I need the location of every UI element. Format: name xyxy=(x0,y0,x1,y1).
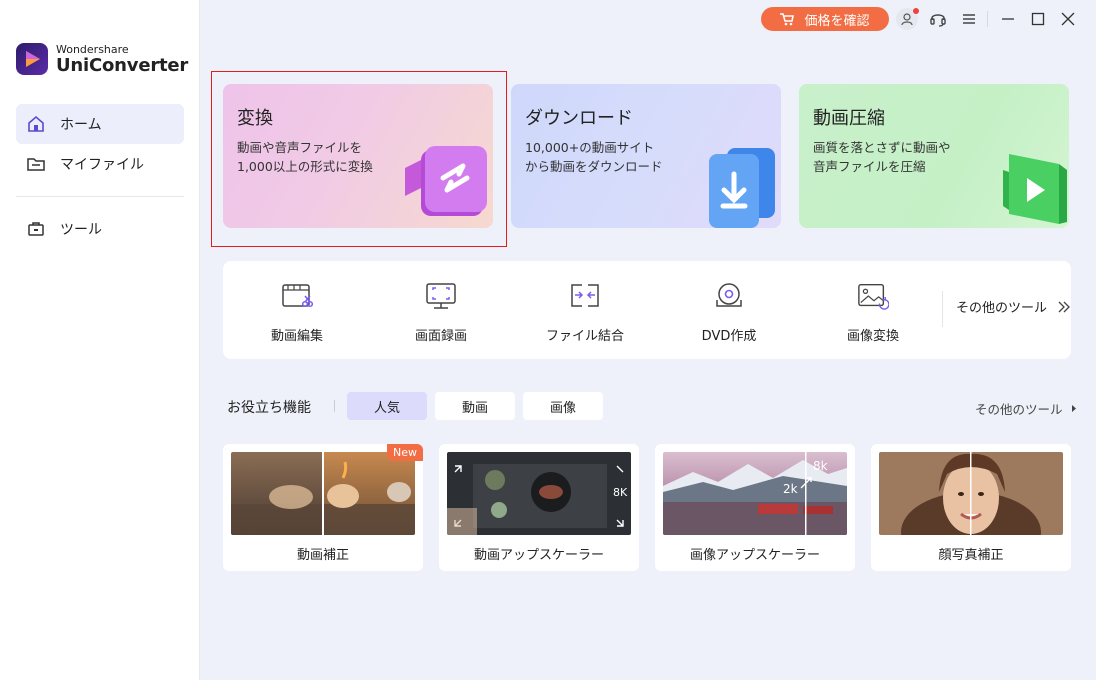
tool-screen-record[interactable]: 画面録画 xyxy=(371,261,511,359)
feature-video-enhance[interactable]: New 動画補正 xyxy=(223,444,423,571)
download-icon xyxy=(709,148,775,228)
feature-label: 顔写真補正 xyxy=(938,548,1004,563)
tools-divider xyxy=(942,291,943,327)
tool-dvd[interactable]: DVD作成 xyxy=(659,261,799,359)
compress-card[interactable]: 動画圧縮 画質を落とさずに動画や音声ファイルを圧縮 xyxy=(799,84,1069,228)
headset-icon[interactable] xyxy=(928,9,948,29)
feature-label: 動画補正 xyxy=(296,548,349,563)
image-convert-icon xyxy=(857,281,889,311)
sidebar-divider xyxy=(16,196,184,197)
app-logo-icon xyxy=(16,43,48,75)
sidebar-item-label: ホーム xyxy=(60,117,102,133)
convert-card[interactable]: 変換 動画や音声ファイルを1,000以上の形式に変換 xyxy=(223,84,493,228)
check-price-label: 価格を確認 xyxy=(804,13,870,29)
tool-label: ファイル結合 xyxy=(545,329,624,344)
cart-icon xyxy=(780,12,795,25)
download-card[interactable]: ダウンロード 10,000+の動画サイトから動画をダウンロード xyxy=(511,84,781,228)
card-title: 動画圧縮 xyxy=(813,108,885,129)
tool-label: DVD作成 xyxy=(701,329,757,344)
video-enhance-thumbnail xyxy=(231,452,415,535)
tools-panel: 動画編集 画面録画 ファイル結合 DVD作成 画像変換 その他のツール xyxy=(223,261,1071,359)
face-retouch-thumbnail xyxy=(879,452,1063,535)
resolution-overlay-label-8k: 8k xyxy=(813,459,828,473)
tab-video[interactable]: 動画 xyxy=(435,392,515,420)
tool-label: 動画編集 xyxy=(270,329,323,344)
merge-icon xyxy=(569,281,601,311)
dvd-icon xyxy=(713,281,745,311)
minimize-icon[interactable] xyxy=(998,9,1018,29)
feature-label: 画像アップスケーラー xyxy=(689,548,820,563)
more-tools-link[interactable]: その他のツール xyxy=(975,399,1077,418)
video-edit-icon xyxy=(281,281,313,311)
card-title: 変換 xyxy=(237,108,273,129)
sidebar-item-home[interactable]: ホーム xyxy=(16,104,184,144)
convert-icon xyxy=(405,146,487,216)
tool-video-edit[interactable]: 動画編集 xyxy=(227,261,367,359)
card-description: 画質を落とさずに動画や音声ファイルを圧縮 xyxy=(813,140,951,174)
tab-popular[interactable]: 人気 xyxy=(347,392,427,420)
home-icon xyxy=(26,114,46,134)
more-tools-button[interactable]: その他のツール xyxy=(956,297,1071,316)
feature-face-retouch[interactable]: 顔写真補正 xyxy=(871,444,1071,571)
more-tools-label: その他のツール xyxy=(956,301,1048,316)
section-separator xyxy=(334,400,335,412)
new-badge: New xyxy=(387,444,423,461)
tool-merge[interactable]: ファイル結合 xyxy=(515,261,655,359)
compress-icon xyxy=(1003,154,1067,224)
tool-label: 画面録画 xyxy=(414,329,467,344)
maximize-icon[interactable] xyxy=(1028,9,1048,29)
sidebar-item-tools[interactable]: ツール xyxy=(16,209,184,249)
sidebar: Wondershare UniConverter ホーム マイファイル ツール xyxy=(0,0,200,680)
titlebar-divider xyxy=(987,11,988,27)
more-tools-link-label: その他のツール xyxy=(975,402,1063,417)
video-upscaler-thumbnail: 8K xyxy=(447,452,631,535)
resolution-overlay-label-2k: 2k xyxy=(783,482,798,496)
features-section-title: お役立ち機能 xyxy=(227,400,311,416)
screen-record-icon xyxy=(425,281,457,311)
toolbox-icon xyxy=(26,219,46,239)
tab-image[interactable]: 画像 xyxy=(523,392,603,420)
brand-vendor: Wondershare xyxy=(56,42,129,56)
brand-name: UniConverter xyxy=(56,54,189,76)
menu-icon[interactable] xyxy=(959,9,979,29)
chevron-right-icon xyxy=(1071,405,1076,412)
tool-image-convert[interactable]: 画像変換 xyxy=(803,261,943,359)
double-chevron-right-icon xyxy=(1058,301,1070,312)
user-icon[interactable] xyxy=(896,8,919,30)
card-description: 動画や音声ファイルを1,000以上の形式に変換 xyxy=(237,140,373,174)
card-title: ダウンロード xyxy=(525,108,633,129)
card-description: 10,000+の動画サイトから動画をダウンロード xyxy=(525,140,663,174)
sidebar-item-label: マイファイル xyxy=(60,157,144,173)
tab-label: 動画 xyxy=(461,400,488,416)
feature-image-upscaler[interactable]: 8k 2k 画像アップスケーラー xyxy=(655,444,855,571)
check-price-button[interactable]: 価格を確認 xyxy=(761,7,889,31)
image-upscaler-thumbnail: 8k 2k xyxy=(663,452,847,535)
folder-icon xyxy=(26,154,46,174)
resolution-overlay-label: 8K xyxy=(613,486,628,499)
feature-label: 動画アップスケーラー xyxy=(473,548,604,563)
feature-video-upscaler[interactable]: 8K 動画アップスケーラー xyxy=(439,444,639,571)
brand: Wondershare UniConverter xyxy=(16,43,188,75)
tab-label: 人気 xyxy=(373,400,400,416)
sidebar-item-myfiles[interactable]: マイファイル xyxy=(16,144,184,184)
close-icon[interactable] xyxy=(1058,9,1078,29)
sidebar-item-label: ツール xyxy=(60,222,102,238)
tab-label: 画像 xyxy=(549,400,576,416)
tool-label: 画像変換 xyxy=(846,329,899,344)
